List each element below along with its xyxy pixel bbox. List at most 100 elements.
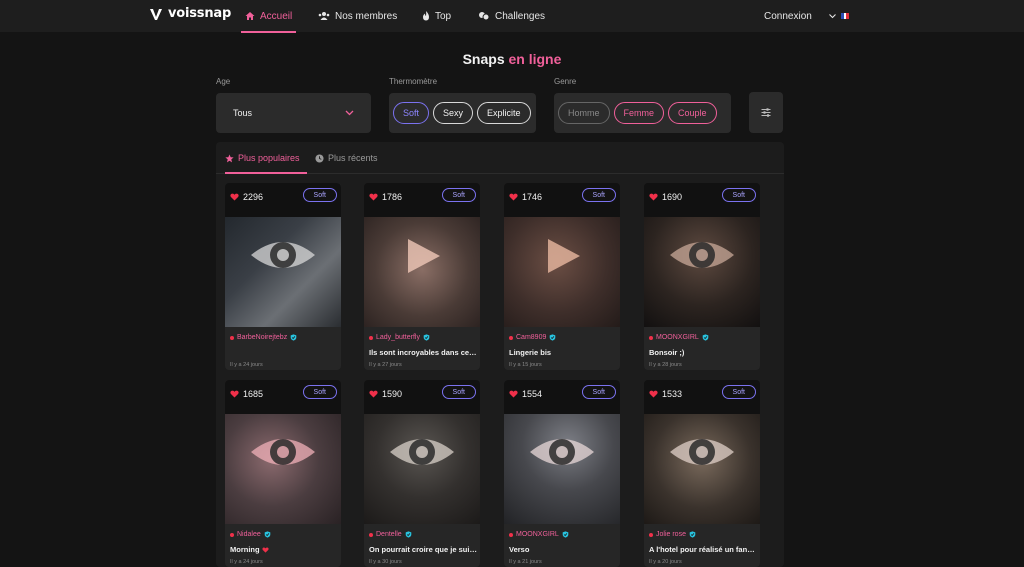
snap-card[interactable]: 1590 Soft Dentelle On pourrait croire qu… xyxy=(364,380,480,567)
nav-top[interactable]: Top xyxy=(422,0,451,32)
top-navbar: voissnap Accueil Nos membres Top Challen… xyxy=(0,0,1024,33)
online-dot xyxy=(230,335,234,340)
author-link[interactable]: BarbeNoirejtebz xyxy=(230,334,297,341)
snap-caption: Bonsoir ;) xyxy=(649,348,757,357)
verified-badge-icon xyxy=(264,531,271,538)
snap-caption-text: Bonsoir ;) xyxy=(649,348,685,357)
snap-age: Il y a 28 jours xyxy=(649,362,682,368)
view-eye-icon[interactable] xyxy=(249,432,317,472)
snap-card[interactable]: 1746 Soft Cam8909 Lingerie bis Il y a 15… xyxy=(504,183,620,370)
snap-card[interactable]: 1685 Soft Nidalee Morning Il y a 24 jour… xyxy=(225,380,341,567)
age-select[interactable]: Tous xyxy=(216,93,371,133)
snap-caption: Verso xyxy=(509,545,617,554)
online-dot xyxy=(369,335,373,340)
brand-name: voissnap xyxy=(168,6,232,21)
snap-thumbnail[interactable]: 1590 Soft xyxy=(364,380,480,524)
tab-recent[interactable]: Plus récents xyxy=(315,142,378,174)
snap-caption-text: Morning xyxy=(230,545,260,554)
snap-thumbnail[interactable]: 1690 Soft xyxy=(644,183,760,327)
author-link[interactable]: Dentelle xyxy=(369,531,412,538)
heart-icon xyxy=(369,193,378,201)
snap-caption-text: On pourrait croire que je suis sage xyxy=(369,545,477,554)
verified-badge-icon xyxy=(550,334,556,341)
snap-caption: A l'hotel pour réalisé un fantasme xyxy=(649,545,757,554)
clock-icon xyxy=(315,153,324,163)
like-count[interactable]: 1746 xyxy=(509,192,542,202)
verified-badge-icon xyxy=(423,334,430,341)
like-count[interactable]: 1533 xyxy=(649,389,682,399)
snap-age: Il y a 20 jours xyxy=(649,559,682,565)
language-selector[interactable] xyxy=(829,0,850,32)
level-badge: Soft xyxy=(302,385,337,399)
snap-card[interactable]: 1690 Soft MOONXGIRL Bonsoir ;) Il y a 28… xyxy=(644,183,760,370)
author-link[interactable]: Jolie rose xyxy=(649,531,696,538)
snap-card[interactable]: 1554 Soft MOONXGIRL Verso Il y a 21 jour… xyxy=(504,380,620,567)
genre-couple-chip[interactable]: Couple xyxy=(668,102,717,124)
sort-tabs: Plus populaires Plus récents xyxy=(216,142,784,174)
view-eye-icon[interactable] xyxy=(528,432,596,472)
author-link[interactable]: Lady_butterfly xyxy=(369,334,430,341)
nav-challenges-label: Challenges xyxy=(495,10,546,22)
view-eye-icon[interactable] xyxy=(249,235,317,275)
nav-home[interactable]: Accueil xyxy=(245,0,292,32)
author-name: BarbeNoirejtebz xyxy=(237,334,288,341)
snap-card[interactable]: 2296 Soft BarbeNoirejtebz Il y a 24 jour… xyxy=(225,183,341,370)
heart-icon xyxy=(649,193,658,201)
author-name: Cam8909 xyxy=(516,334,547,341)
age-select-value: Tous xyxy=(233,108,253,118)
author-link[interactable]: Cam8909 xyxy=(509,334,556,341)
tab-popular[interactable]: Plus populaires xyxy=(225,142,300,174)
snap-thumbnail[interactable]: 1554 Soft xyxy=(504,380,620,524)
genre-femme-chip[interactable]: Femme xyxy=(613,102,665,124)
verified-badge-icon xyxy=(405,531,411,538)
author-link[interactable]: Nidalee xyxy=(230,531,271,538)
snap-caption-text: Verso xyxy=(509,545,530,554)
like-count-value: 1554 xyxy=(522,389,543,399)
thermo-soft-chip[interactable]: Soft xyxy=(393,102,430,124)
play-icon[interactable] xyxy=(544,237,582,275)
like-count[interactable]: 1685 xyxy=(230,389,263,399)
snap-thumbnail[interactable]: 1533 Soft xyxy=(644,380,760,524)
nav-members-label: Nos membres xyxy=(335,10,398,22)
snap-thumbnail[interactable]: 1786 Soft xyxy=(364,183,480,327)
snap-thumbnail[interactable]: 1685 Soft xyxy=(225,380,341,524)
chevron-down-icon xyxy=(829,13,836,18)
author-link[interactable]: MOONXGIRL xyxy=(649,334,709,341)
snap-caption: Lingerie bis xyxy=(509,348,617,357)
like-count[interactable]: 1590 xyxy=(369,389,402,399)
like-count[interactable]: 1554 xyxy=(509,389,542,399)
author-name: MOONXGIRL xyxy=(656,334,699,341)
snap-card[interactable]: 1533 Soft Jolie rose A l'hotel pour réal… xyxy=(644,380,760,567)
nav-members[interactable]: Nos membres xyxy=(318,0,397,32)
online-dot xyxy=(369,532,373,537)
brand-logo[interactable]: voissnap xyxy=(149,6,231,21)
verified-badge-icon xyxy=(562,531,569,538)
nav-home-label: Accueil xyxy=(260,10,293,22)
author-name: Jolie rose xyxy=(656,531,686,538)
thermo-sexy-chip[interactable]: Sexy xyxy=(433,102,474,124)
play-icon[interactable] xyxy=(404,237,442,275)
snap-card[interactable]: 1786 Soft Lady_butterfly Ils sont incroy… xyxy=(364,183,480,370)
snap-thumbnail[interactable]: 2296 Soft xyxy=(225,183,341,327)
author-link[interactable]: MOONXGIRL xyxy=(509,531,569,538)
nav-top-label: Top xyxy=(435,10,452,22)
like-count[interactable]: 2296 xyxy=(230,192,263,202)
snap-thumbnail[interactable]: 1746 Soft xyxy=(504,183,620,327)
genre-homme-chip[interactable]: Homme xyxy=(558,102,610,124)
login-link[interactable]: Connexion xyxy=(764,0,812,32)
users-icon xyxy=(318,11,330,21)
view-eye-icon[interactable] xyxy=(668,432,736,472)
filter-settings-button[interactable] xyxy=(749,92,783,133)
like-count[interactable]: 1690 xyxy=(649,192,682,202)
level-badge: Soft xyxy=(721,188,756,202)
view-eye-icon[interactable] xyxy=(668,235,736,275)
snap-caption: On pourrait croire que je suis sage xyxy=(369,545,477,554)
view-eye-icon[interactable] xyxy=(388,432,456,472)
online-dot xyxy=(230,532,234,537)
nav-challenges[interactable]: Challenges xyxy=(478,0,545,32)
like-count[interactable]: 1786 xyxy=(369,192,402,202)
sliders-icon xyxy=(761,108,771,117)
heart-emoji-icon xyxy=(262,547,269,553)
voissnap-logo-icon xyxy=(150,8,162,20)
thermo-explicit-chip[interactable]: Explicite xyxy=(477,102,531,124)
